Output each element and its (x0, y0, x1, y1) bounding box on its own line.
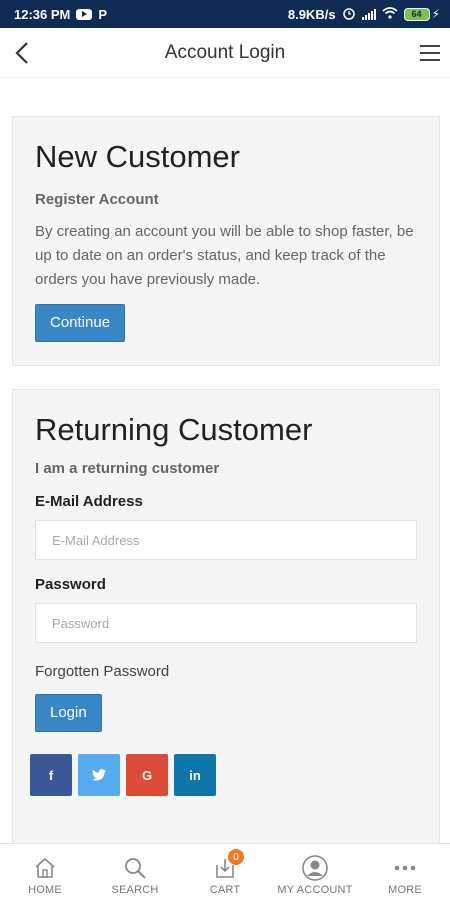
battery-icon: 64 ⚡ (403, 7, 440, 21)
facebook-login-button[interactable]: f (30, 754, 72, 796)
status-time: 12:36 PM (14, 6, 71, 22)
password-field[interactable] (35, 603, 417, 643)
email-field[interactable] (35, 520, 417, 560)
twitter-icon (92, 769, 106, 781)
nav-search[interactable]: SEARCH (95, 855, 175, 896)
youtube-icon (76, 8, 93, 20)
forgotten-password-link[interactable]: Forgotten Password (35, 663, 417, 680)
new-customer-title: New Customer (35, 139, 240, 174)
new-customer-panel: New Customer Register Account By creatin… (12, 116, 440, 366)
social-login-row: f G in (30, 754, 417, 796)
network-speed: 8.9KB/s (287, 6, 336, 22)
home-icon (32, 855, 58, 881)
charging-icon: ⚡ (431, 7, 440, 21)
app-header: Account Login (0, 28, 450, 78)
returning-customer-panel: Returning Customer I am a returning cust… (12, 389, 440, 859)
linkedin-icon: in (189, 767, 201, 783)
search-icon (122, 855, 148, 881)
linkedin-login-button[interactable]: in (174, 754, 216, 796)
register-description: By creating an account you will be able … (35, 223, 414, 288)
nav-home-label: HOME (28, 884, 62, 896)
page-title: Account Login (164, 41, 286, 63)
login-button[interactable]: Login (35, 694, 102, 732)
nav-cart[interactable]: 0 CART (185, 849, 265, 896)
battery-level: 64 (403, 7, 430, 21)
facebook-icon: f (48, 767, 54, 783)
signal-icon (361, 8, 376, 20)
nav-cart-label: CART (209, 884, 241, 896)
account-icon (302, 855, 328, 881)
chevron-left-icon (15, 42, 28, 64)
google-icon: G (141, 767, 153, 783)
nav-home[interactable]: HOME (5, 855, 85, 896)
more-dots-icon (392, 855, 418, 881)
status-bar: 12:36 PM P 8.9KB/s 64 ⚡ (0, 0, 450, 28)
cart-count-badge: 0 (228, 849, 244, 865)
status-right: 8.9KB/s 64 ⚡ (288, 6, 440, 23)
nav-more[interactable]: MORE (365, 855, 445, 896)
nav-search-label: SEARCH (111, 884, 159, 896)
returning-customer-title: Returning Customer (35, 412, 313, 447)
status-left: 12:36 PM P (14, 7, 107, 22)
google-login-button[interactable]: G (126, 754, 168, 796)
back-button[interactable] (10, 40, 36, 66)
alarm-icon (342, 6, 356, 23)
register-account-heading: Register Account (35, 191, 159, 208)
password-label: Password (35, 576, 106, 593)
hamburger-menu-icon[interactable] (418, 41, 442, 65)
p-notification-icon: P (98, 6, 108, 22)
nav-account[interactable]: MY ACCOUNT (275, 855, 355, 896)
nav-more-label: MORE (388, 884, 422, 896)
email-label: E-Mail Address (35, 493, 143, 510)
returning-customer-subtitle: I am a returning customer (35, 460, 220, 477)
continue-button[interactable]: Continue (35, 304, 126, 342)
wifi-icon (382, 6, 398, 22)
bottom-nav: HOME SEARCH 0 CART MY ACCOUNT MORE (0, 843, 450, 900)
nav-account-label: MY ACCOUNT (277, 884, 353, 896)
twitter-login-button[interactable] (78, 754, 120, 796)
